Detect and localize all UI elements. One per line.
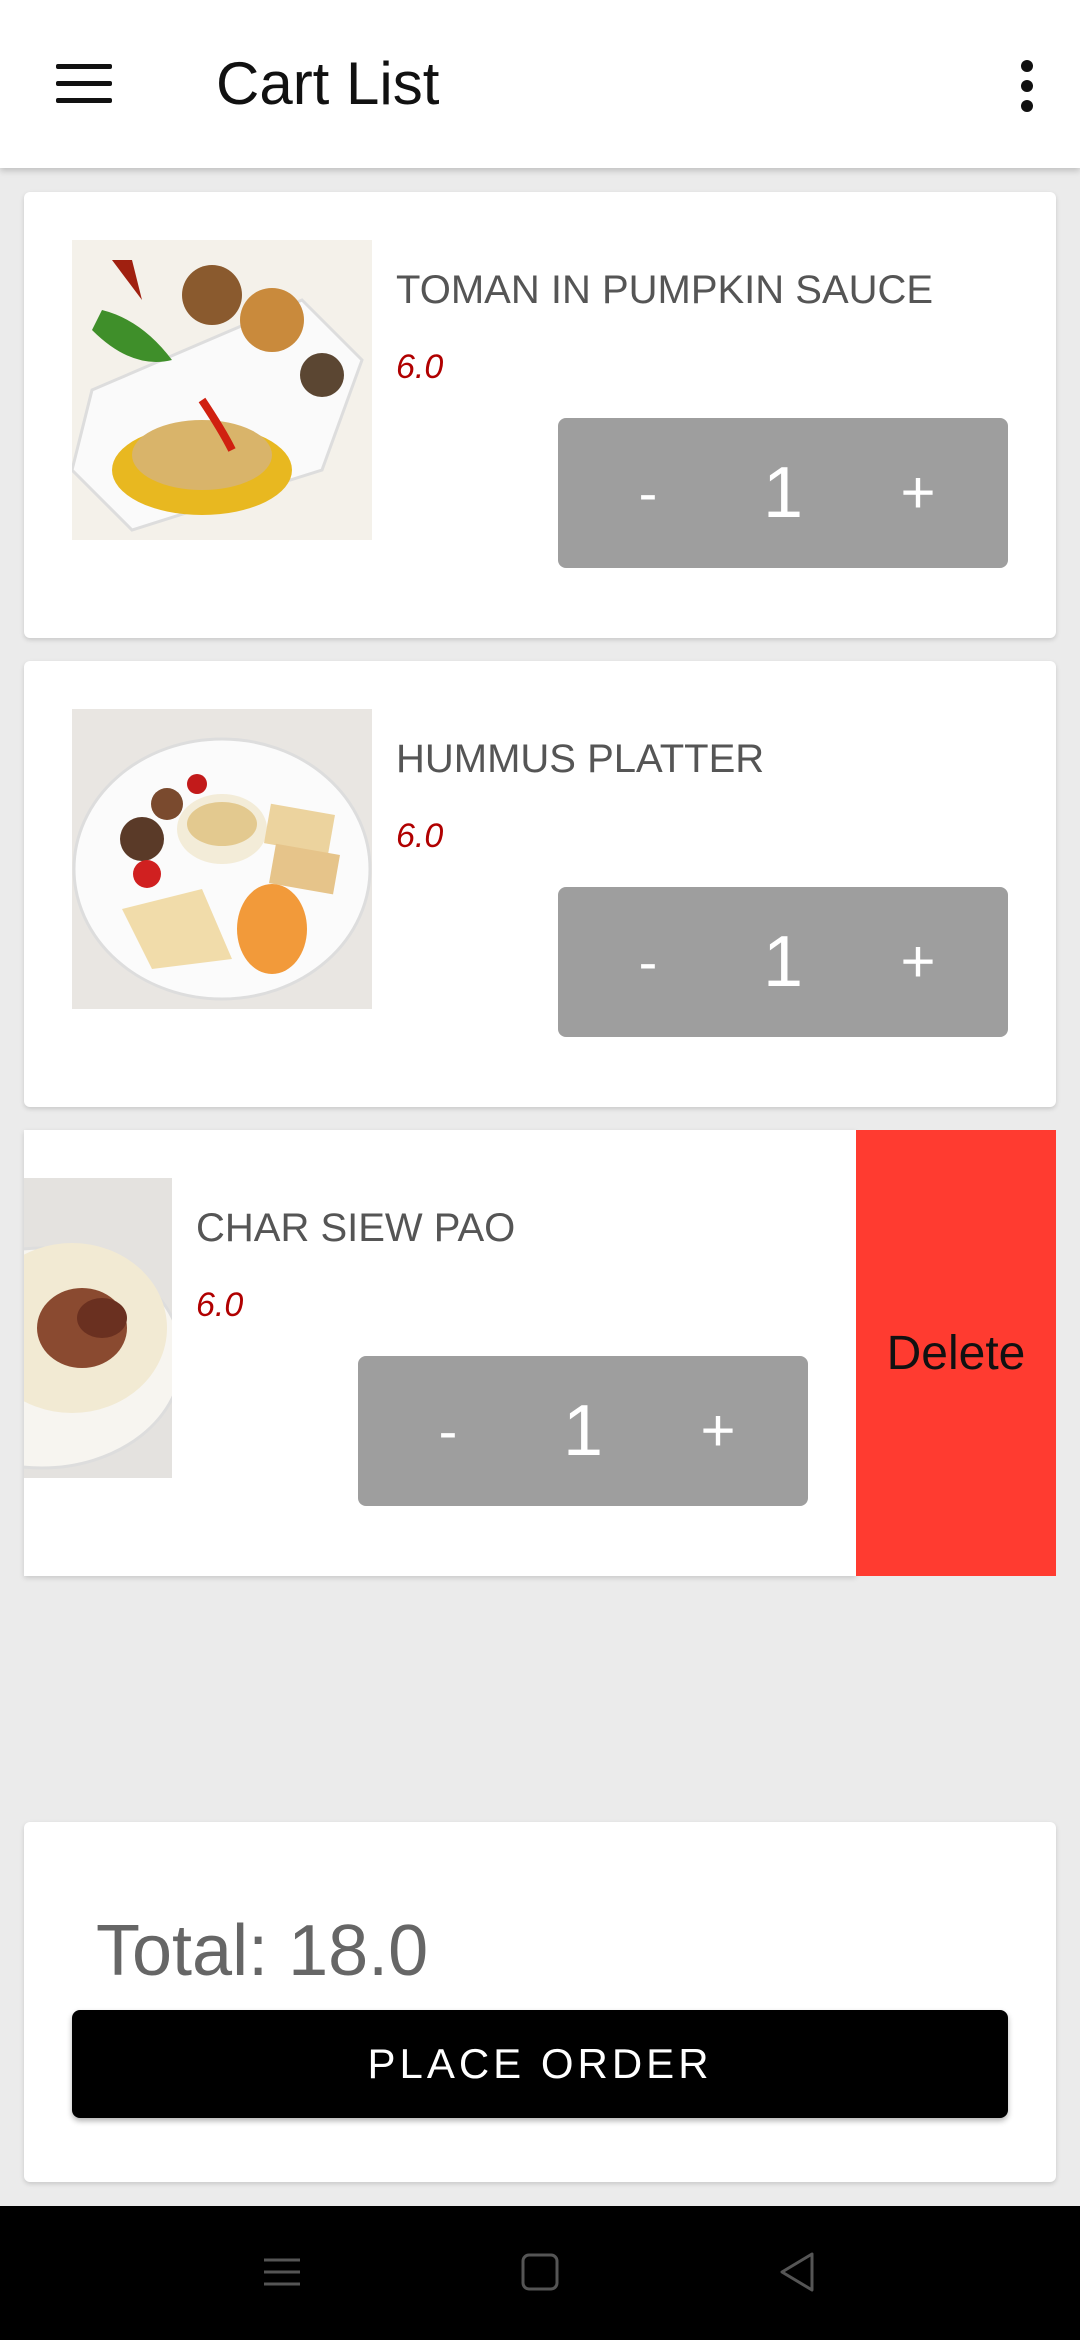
quantity-stepper: - 1 + [358, 1356, 808, 1506]
quantity-value: 1 [562, 1391, 604, 1471]
menu-icon[interactable] [252, 2242, 312, 2302]
increase-button[interactable]: + [668, 1356, 768, 1506]
more-options-icon[interactable] [992, 50, 1056, 120]
order-summary: Total: 18.0 PLACE ORDER [24, 1822, 1056, 2182]
quantity-stepper: - 1 + [558, 887, 1008, 1037]
decrease-button[interactable]: - [598, 887, 698, 1037]
item-name: TOMAN IN PUMPKIN SAUCE [396, 268, 934, 312]
decrease-button[interactable]: - [598, 418, 698, 568]
back-icon[interactable] [768, 2242, 828, 2302]
decrease-button[interactable]: - [398, 1356, 498, 1506]
place-order-button[interactable]: PLACE ORDER [72, 2010, 1008, 2118]
item-price: 6.0 [196, 1286, 244, 1324]
increase-button[interactable]: + [868, 887, 968, 1037]
item-price: 6.0 [396, 348, 444, 386]
page-title: Cart List [216, 50, 440, 117]
hamburger-menu-icon[interactable] [40, 44, 128, 124]
quantity-stepper: - 1 + [558, 418, 1008, 568]
quantity-value: 1 [762, 922, 804, 1002]
delete-button[interactable]: Delete [856, 1130, 1056, 1576]
cart-item: TOMAN IN PUMPKIN SAUCE 6.0 - 1 + [24, 192, 1056, 638]
quantity-value: 1 [762, 453, 804, 533]
system-navigation-bar [0, 2206, 1080, 2340]
app-bar: Cart List [0, 0, 1080, 168]
home-icon[interactable] [510, 2242, 570, 2302]
cart-item: HUMMUS PLATTER 6.0 - 1 + [24, 661, 1056, 1107]
increase-button[interactable]: + [868, 418, 968, 568]
total-amount: Total: 18.0 [96, 1911, 429, 1991]
item-price: 6.0 [396, 817, 444, 855]
food-image [72, 709, 372, 1009]
cart-item-swiped[interactable]: CHAR SIEW PAO 6.0 - 1 + [24, 1130, 856, 1576]
item-name: HUMMUS PLATTER [396, 737, 765, 781]
food-image [72, 240, 372, 540]
food-image [24, 1178, 172, 1478]
item-name: CHAR SIEW PAO [196, 1206, 516, 1250]
